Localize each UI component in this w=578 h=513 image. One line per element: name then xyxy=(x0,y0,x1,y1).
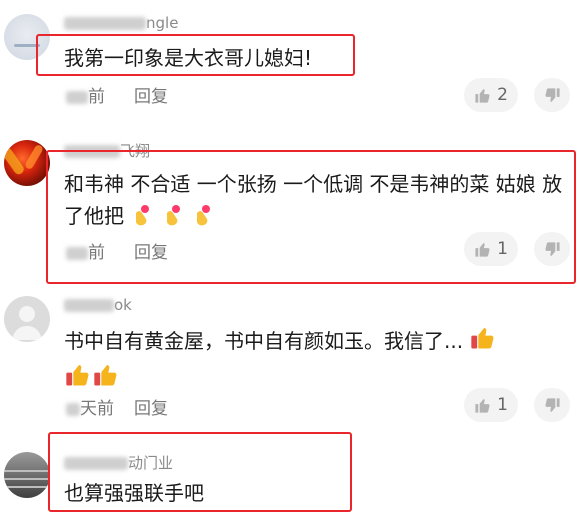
thumbs-up-icon xyxy=(475,242,490,257)
thumbs-up-icon xyxy=(475,88,490,103)
comment-text: 和韦神 不合适 一个张扬 一个低调 不是韦神的菜 姑娘 放了他把 xyxy=(64,168,574,236)
dislike-button[interactable] xyxy=(534,232,570,266)
thumbs-up-emoji xyxy=(92,361,120,398)
like-count: 2 xyxy=(497,85,508,105)
avatar[interactable] xyxy=(4,14,50,60)
thumbs-down-icon xyxy=(544,241,560,256)
heart-hands-emoji xyxy=(161,203,185,236)
thumbs-up-emoji xyxy=(64,361,92,398)
avatar[interactable] xyxy=(4,296,50,342)
avatar[interactable] xyxy=(4,140,50,186)
username-text: 动门业 xyxy=(128,454,174,472)
thumbs-down-icon xyxy=(544,87,560,102)
heart-hands-emoji xyxy=(130,203,154,236)
comment-time: 前 xyxy=(66,82,114,107)
username-text: 飞翔 xyxy=(120,142,151,160)
comment-meta: 前回复 xyxy=(66,82,168,107)
username-text: ngle xyxy=(146,14,179,32)
comment-time: 天前 xyxy=(66,394,114,419)
reply-button[interactable]: 回复 xyxy=(134,394,168,419)
comment-text: 也算强强联手吧 xyxy=(64,481,204,505)
thumbs-down-icon xyxy=(544,397,560,412)
like-button[interactable]: 1 xyxy=(464,388,518,422)
username-text: ok xyxy=(114,296,132,314)
thumbs-up-icon xyxy=(475,398,490,413)
avatar[interactable] xyxy=(4,452,50,498)
comment-text-content: 书中自有黄金屋，书中自有颜如玉。我信了... xyxy=(64,329,464,353)
dislike-button[interactable] xyxy=(534,78,570,112)
comment-time: 前 xyxy=(66,238,114,263)
like-button[interactable]: 1 xyxy=(464,232,518,266)
comment-meta: 天前 回复 xyxy=(66,394,168,419)
default-avatar-icon xyxy=(12,306,42,340)
like-count: 1 xyxy=(497,239,508,259)
username[interactable]: 动门业 xyxy=(64,452,173,473)
dislike-button[interactable] xyxy=(534,388,570,422)
heart-hands-emoji xyxy=(191,203,215,236)
thumbs-up-emoji xyxy=(469,324,497,361)
comment-meta: 前回复 xyxy=(66,238,168,263)
username[interactable]: ngle xyxy=(64,14,178,32)
reply-button[interactable]: 回复 xyxy=(134,238,168,263)
like-button[interactable]: 2 xyxy=(464,78,518,112)
comment-text: 我第一印象是大衣哥儿媳妇! xyxy=(64,46,313,70)
comment-text: 书中自有黄金屋，书中自有颜如玉。我信了... xyxy=(64,324,564,398)
username[interactable]: ok xyxy=(64,296,132,314)
username[interactable]: 飞翔 xyxy=(64,140,150,161)
like-count: 1 xyxy=(497,395,508,415)
reply-button[interactable]: 回复 xyxy=(134,82,168,107)
